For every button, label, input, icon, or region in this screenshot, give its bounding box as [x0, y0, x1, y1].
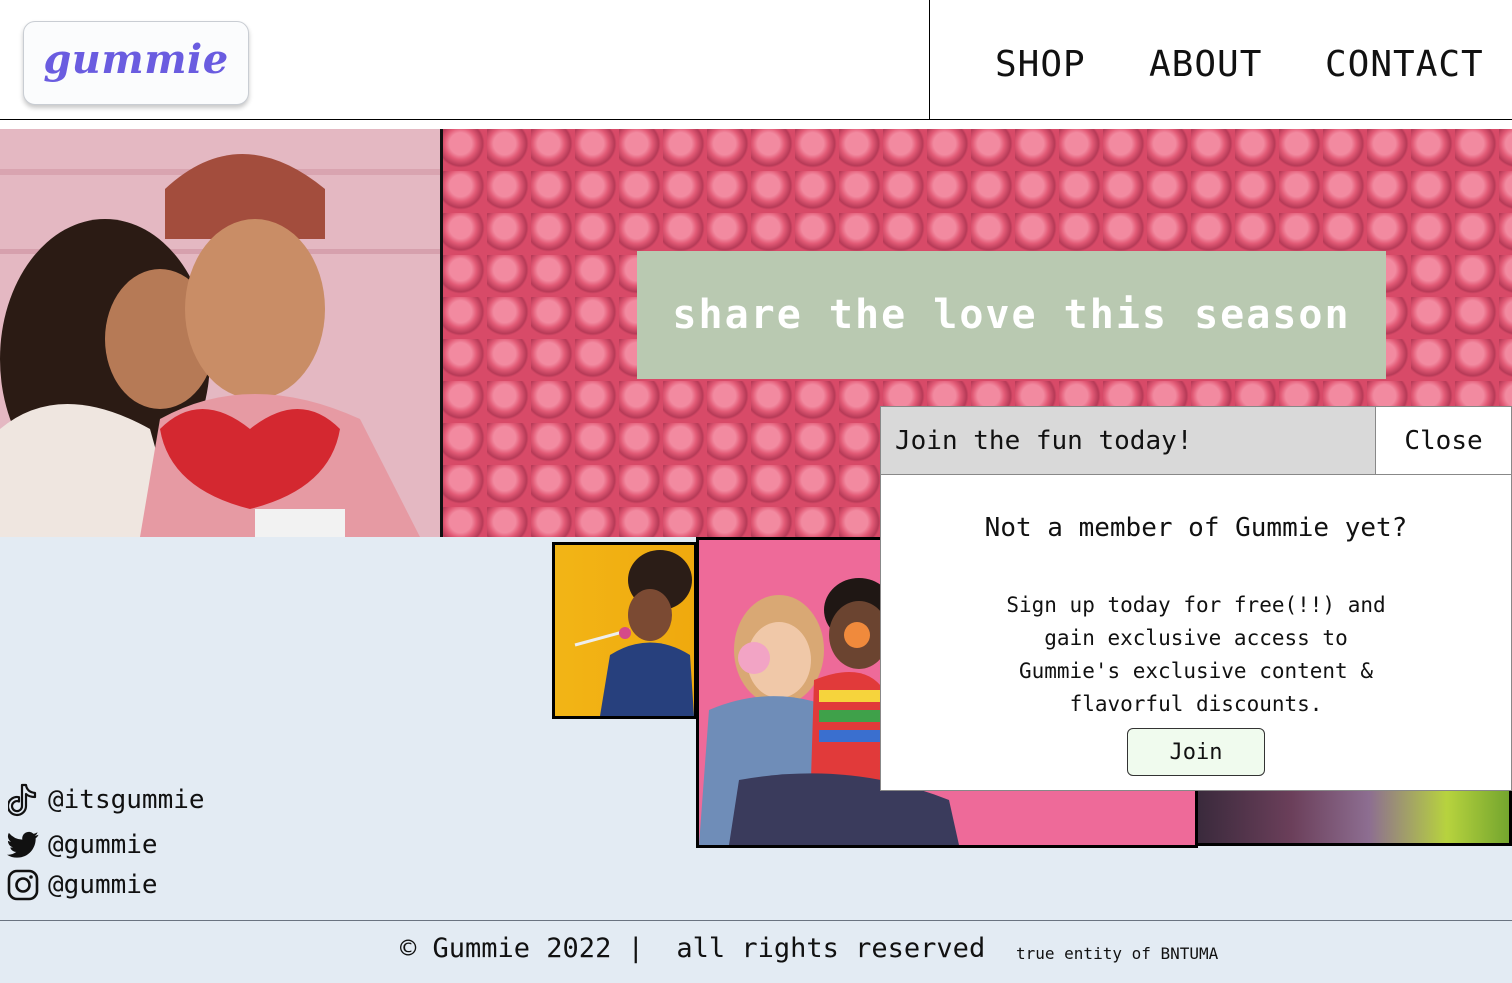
modal-body-text: Sign up today for free(!!) and gain excl… [1006, 593, 1386, 716]
nav-shop[interactable]: SHOP [995, 44, 1086, 85]
lollipop-photo [552, 542, 697, 719]
twitter-icon [6, 828, 40, 862]
logo-button[interactable]: gummie [23, 21, 249, 105]
footer-entity: true entity of BNTUMA [1016, 944, 1219, 963]
twitter-handle: @gummie [48, 830, 158, 860]
site-header: gummie SHOP ABOUT CONTACT [0, 0, 1512, 120]
footer-copyright: © Gummie 2022 | all rights reserved [400, 933, 986, 964]
logo-text: gummie [43, 35, 229, 83]
instagram-icon [6, 868, 40, 902]
social-twitter[interactable]: @gummie [6, 828, 158, 862]
close-button[interactable]: Close [1375, 407, 1511, 475]
modal-title: Not a member of Gummie yet? [984, 513, 1408, 543]
social-instagram[interactable]: @gummie [6, 868, 158, 902]
signup-modal: Join the fun today! Close Not a member o… [880, 406, 1512, 791]
header-divider [929, 0, 930, 119]
modal-header: Join the fun today! [881, 407, 1375, 475]
promo-banner: share the love this season [637, 251, 1386, 379]
tiktok-handle: @itsgummie [48, 785, 205, 815]
social-tiktok[interactable]: @itsgummie [6, 783, 205, 817]
tiktok-icon [6, 783, 40, 817]
header-spacer [0, 120, 1512, 129]
couple-photo [0, 129, 440, 537]
nav-contact[interactable]: CONTACT [1325, 44, 1484, 85]
nav-about[interactable]: ABOUT [1149, 44, 1262, 85]
instagram-handle: @gummie [48, 870, 158, 900]
join-button[interactable]: Join [1127, 728, 1265, 776]
banner-text: share the love this season [672, 292, 1351, 338]
site-footer: © Gummie 2022 | all rights reserved true… [0, 920, 1512, 983]
